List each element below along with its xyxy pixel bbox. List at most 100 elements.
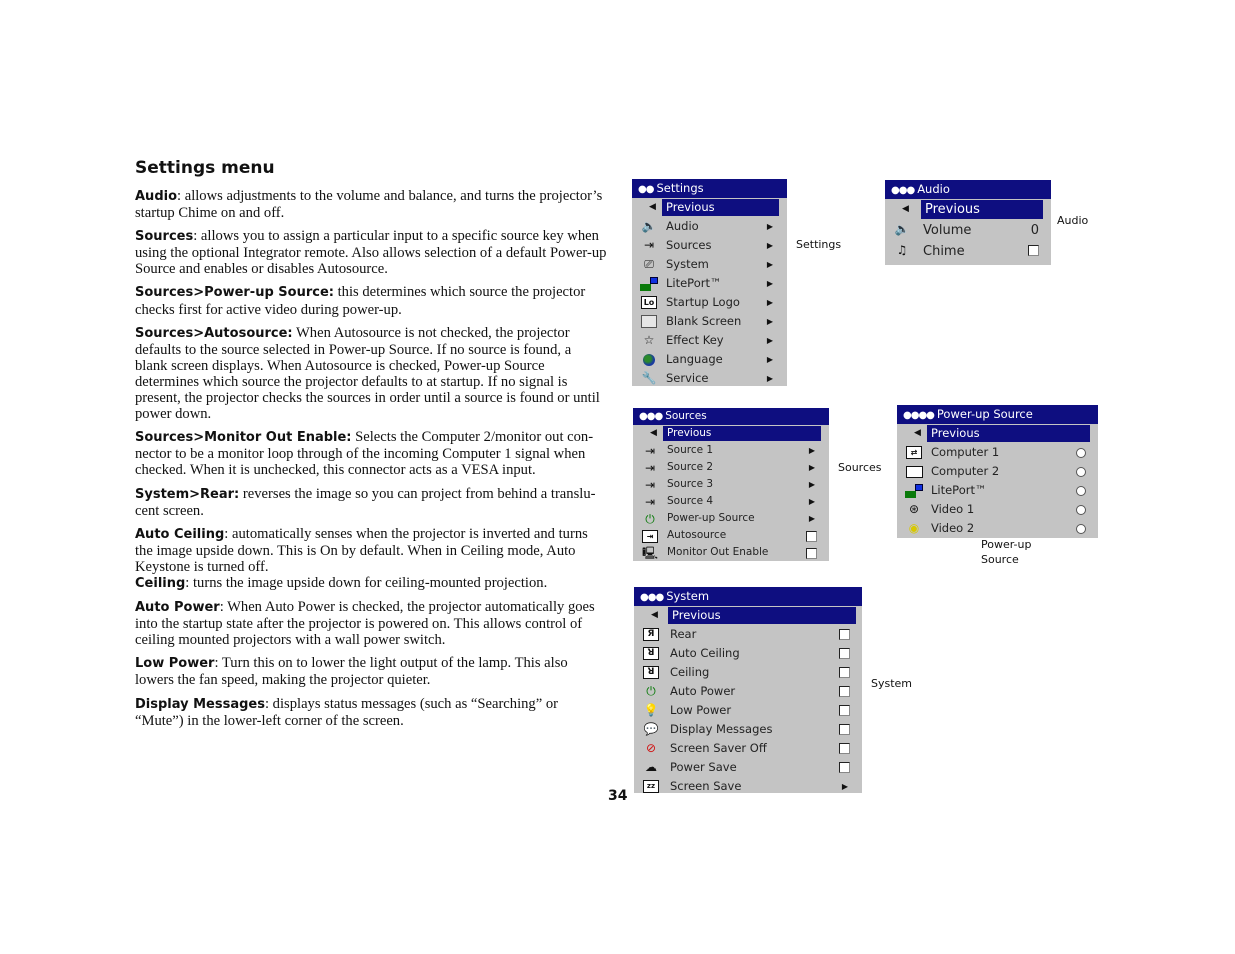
menu-item-liteport[interactable]: LitePort™ — [897, 481, 1098, 500]
previous-item[interactable]: ◀ Previous — [885, 199, 1051, 220]
powerup-source-icon: ⏻ — [645, 512, 655, 526]
audio-caption: Audio — [1057, 214, 1089, 227]
item-label: Service — [666, 371, 709, 385]
menu-title: Power-up Source — [936, 407, 1033, 421]
menu-item-video-1[interactable]: ⊛ Video 1 — [897, 500, 1098, 519]
autosource-checkbox[interactable] — [806, 531, 817, 542]
submenu-arrow-icon: ▶ — [766, 279, 773, 288]
chime-checkbox[interactable] — [1028, 245, 1039, 256]
auto-power-icon: ⏻ — [646, 684, 656, 698]
submenu-arrow-icon: ▶ — [808, 514, 815, 523]
menu-item-display-messages[interactable]: 💬 Display Messages — [634, 720, 862, 739]
auto-power-checkbox[interactable] — [839, 686, 850, 697]
menu-title: System — [666, 589, 710, 603]
item-label: Screen Save — [670, 779, 742, 793]
menu-item-ceiling[interactable]: ꓤ Ceiling — [634, 663, 862, 682]
previous-item[interactable]: ◀ Previous — [634, 606, 862, 625]
item-label: Power-up Source — [667, 512, 755, 524]
caption-line: Source — [981, 553, 1019, 566]
chime-icon: ♫ — [896, 243, 908, 257]
back-arrow-icon: ◀ — [651, 610, 658, 620]
menu-level-dots: ●●● — [639, 411, 663, 422]
composite-video-icon: ◉ — [908, 521, 920, 535]
paragraph-display-messages: Display Messages: displays status messag… — [135, 696, 607, 729]
paragraph-auto-ceiling: Auto Ceiling: automatically senses when … — [135, 526, 607, 575]
menu-item-power-save[interactable]: ☁ Power Save — [634, 758, 862, 777]
submenu-arrow-icon: ▶ — [808, 446, 815, 455]
term: Low Power — [135, 656, 215, 672]
menu-item-auto-ceiling[interactable]: ꓤ Auto Ceiling — [634, 644, 862, 663]
video-2-radio[interactable] — [1076, 524, 1086, 534]
previous-item[interactable]: ◀ Previous — [632, 198, 787, 217]
menu-item-system[interactable]: ⎚ System ▶ — [632, 255, 787, 274]
menu-item-computer-2[interactable]: Computer 2 — [897, 462, 1098, 481]
previous-item[interactable]: ◀ Previous — [897, 424, 1098, 443]
computer-1-radio[interactable] — [1076, 448, 1086, 458]
lightbulb-icon: 💡 — [643, 703, 659, 717]
screen-saver-off-checkbox[interactable] — [839, 743, 850, 754]
video-1-radio[interactable] — [1076, 505, 1086, 515]
term: Auto Ceiling — [135, 526, 225, 542]
paragraph-sources: Sources: allows you to assign a particul… — [135, 228, 607, 277]
item-label: Effect Key — [666, 333, 724, 347]
previous-item[interactable]: ◀ Previous — [633, 425, 829, 442]
menu-item-source-1[interactable]: ⇥ Source 1 ▶ — [633, 442, 829, 459]
page-number: 34 — [608, 788, 628, 804]
menu-title-bar: ●● Settings — [632, 179, 787, 198]
menu-item-liteport[interactable]: LitePort™ ▶ — [632, 274, 787, 293]
term: Display Messages — [135, 696, 265, 712]
menu-item-service[interactable]: 🔧 Service ▶ — [632, 369, 787, 388]
menu-item-language[interactable]: Language ▶ — [632, 350, 787, 369]
submenu-arrow-icon: ▶ — [766, 260, 773, 269]
submenu-arrow-icon: ▶ — [766, 298, 773, 307]
item-label: Blank Screen — [666, 314, 742, 328]
ceiling-checkbox[interactable] — [839, 667, 850, 678]
settings-menu: ●● Settings ◀ Previous 🔈 Audio ▶ ⇥ Sources ▶ ⎚… — [632, 179, 787, 386]
item-label: Previous — [663, 426, 821, 441]
term: Sources>Autosource: — [135, 325, 293, 341]
menu-item-monitor-out-enable[interactable]: 🖳 Monitor Out Enable — [633, 544, 829, 561]
rear-checkbox[interactable] — [839, 629, 850, 640]
menu-item-autosource[interactable]: ⇥ Autosource — [633, 527, 829, 544]
menu-item-blank-screen[interactable]: Blank Screen ▶ — [632, 312, 787, 331]
computer-2-radio[interactable] — [1076, 467, 1086, 477]
auto-ceiling-checkbox[interactable] — [839, 648, 850, 659]
source-input-icon: ⇥ — [643, 238, 655, 252]
menu-item-video-2[interactable]: ◉ Video 2 — [897, 519, 1098, 538]
menu-item-source-4[interactable]: ⇥ Source 4 ▶ — [633, 493, 829, 510]
menu-item-sources[interactable]: ⇥ Sources ▶ — [632, 236, 787, 255]
liteport-radio[interactable] — [1076, 486, 1086, 496]
menu-item-computer-1[interactable]: ⇄ Computer 1 — [897, 443, 1098, 462]
star-icon: ☆ — [643, 333, 655, 347]
menu-title: Settings — [656, 181, 704, 195]
display-messages-checkbox[interactable] — [839, 724, 850, 735]
menu-item-screen-saver-off[interactable]: ⊘ Screen Saver Off — [634, 739, 862, 758]
submenu-arrow-icon: ▶ — [766, 241, 773, 250]
paragraph-monitor-out: Sources>Monitor Out Enable: Selects the … — [135, 429, 607, 478]
monitor-out-checkbox[interactable] — [806, 548, 817, 559]
menu-item-rear[interactable]: Я Rear — [634, 625, 862, 644]
autosource-icon: ⇥ — [641, 529, 659, 544]
back-arrow-icon: ◀ — [649, 202, 656, 212]
sources-caption: Sources — [838, 461, 882, 474]
menu-item-effect-key[interactable]: ☆ Effect Key ▶ — [632, 331, 787, 350]
menu-item-volume[interactable]: 🔈 Volume 0 — [885, 220, 1051, 241]
menu-item-audio[interactable]: 🔈 Audio ▶ — [632, 217, 787, 236]
menu-item-source-3[interactable]: ⇥ Source 3 ▶ — [633, 476, 829, 493]
paragraph-autosource: Sources>Autosource: When Autosource is n… — [135, 325, 607, 423]
menu-item-low-power[interactable]: 💡 Low Power — [634, 701, 862, 720]
power-save-checkbox[interactable] — [839, 762, 850, 773]
projector-icon: ⎚ — [644, 257, 654, 271]
term: Ceiling — [135, 575, 186, 591]
term: Sources>Monitor Out Enable: — [135, 430, 352, 446]
menu-item-screen-save[interactable]: zz Screen Save ▶ — [634, 777, 862, 796]
menu-item-chime[interactable]: ♫ Chime — [885, 241, 1051, 262]
volume-value: 0 — [1030, 223, 1039, 238]
low-power-checkbox[interactable] — [839, 705, 850, 716]
item-label: Rear — [670, 627, 697, 641]
menu-item-startup-logo[interactable]: Lo Startup Logo ▶ — [632, 293, 787, 312]
menu-item-powerup-source[interactable]: ⏻ Power-up Source ▶ — [633, 510, 829, 527]
menu-item-auto-power[interactable]: ⏻ Auto Power — [634, 682, 862, 701]
menu-item-source-2[interactable]: ⇥ Source 2 ▶ — [633, 459, 829, 476]
item-label: Language — [666, 352, 723, 366]
